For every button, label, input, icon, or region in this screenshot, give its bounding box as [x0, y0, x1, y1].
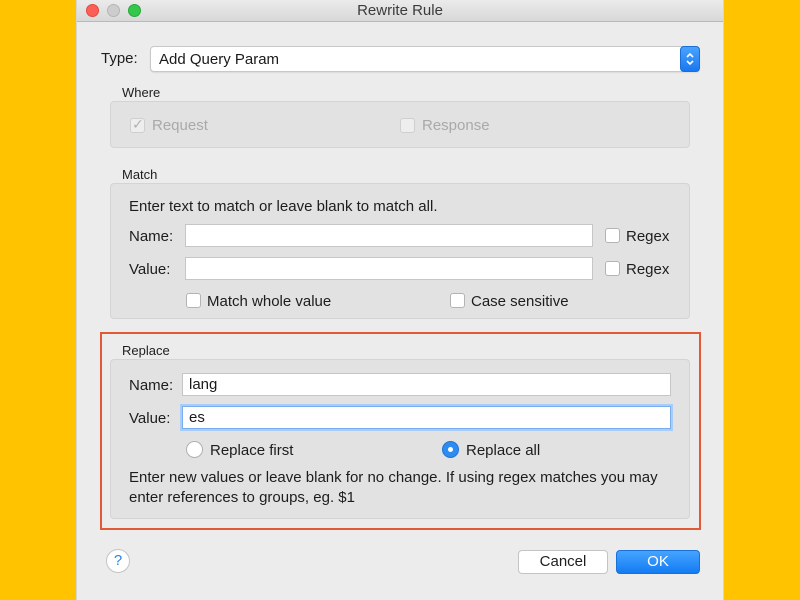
match-value-regex-checkbox[interactable] — [605, 261, 620, 276]
window-title: Rewrite Rule — [357, 2, 443, 19]
replace-highlight-box — [100, 332, 701, 530]
match-section-title: Match — [122, 167, 158, 182]
response-label: Response — [422, 117, 490, 134]
match-name-input[interactable] — [185, 224, 593, 247]
cancel-button[interactable]: Cancel — [518, 550, 608, 574]
where-section-title: Where — [122, 85, 161, 100]
match-name-regex-checkbox[interactable] — [605, 228, 620, 243]
stepper-icon[interactable] — [680, 46, 700, 72]
request-checkbox[interactable]: ✓ — [130, 116, 145, 133]
ok-button[interactable]: OK — [616, 550, 700, 574]
case-sensitive-checkbox[interactable] — [450, 293, 465, 308]
checkmark-icon: ✓ — [132, 116, 144, 132]
match-whole-value-checkbox[interactable] — [186, 293, 201, 308]
type-select[interactable]: Add Query Param — [150, 46, 700, 72]
type-select-value: Add Query Param — [159, 51, 280, 68]
help-icon[interactable]: ? — [106, 549, 130, 573]
match-instruction: Enter text to match or leave blank to ma… — [129, 198, 438, 215]
match-value-regex-label: Regex — [626, 261, 670, 278]
match-value-label: Value: — [129, 261, 171, 278]
match-name-label: Name: — [129, 228, 174, 245]
case-sensitive-label: Case sensitive — [471, 293, 569, 310]
match-value-input[interactable] — [185, 257, 593, 280]
match-whole-value-label: Match whole value — [207, 293, 332, 310]
rewrite-rule-dialog: Rewrite Rule Type: Add Query Param Where… — [76, 0, 724, 600]
response-checkbox[interactable] — [400, 118, 415, 133]
request-label: Request — [152, 117, 208, 134]
title-bar: Rewrite Rule — [77, 0, 723, 22]
match-name-regex-label: Regex — [626, 228, 670, 245]
type-label: Type: — [101, 50, 138, 67]
